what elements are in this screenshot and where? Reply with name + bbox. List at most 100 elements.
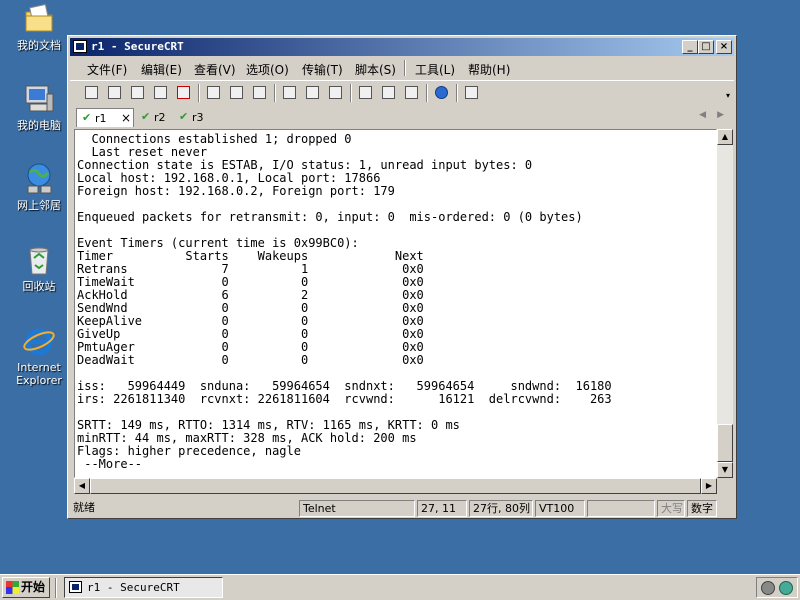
copy-icon[interactable]	[205, 84, 222, 101]
toolbar-separator	[198, 84, 200, 102]
securecrt-app-icon	[69, 581, 82, 593]
desktop-icon-label: 回收站	[22, 280, 56, 293]
menu-transfer[interactable]: 传输(T)	[302, 61, 343, 78]
terminal-line: --More--	[77, 457, 143, 471]
toolbar-separator	[274, 84, 276, 102]
tab-r2[interactable]: ✔ r2	[136, 108, 172, 127]
global-options-icon[interactable]	[380, 84, 397, 101]
desktop-icon-label: Internet Explorer	[16, 361, 62, 387]
title-bar[interactable]: r1 - SecureCRT _ □ ×	[70, 38, 734, 56]
my-documents-folder-icon	[22, 2, 56, 36]
status-emulation: VT100	[535, 500, 585, 517]
reconnect-icon[interactable]	[152, 84, 169, 101]
taskbar: 开始 r1 - SecureCRT	[0, 574, 800, 600]
connect-icon[interactable]	[83, 84, 100, 101]
scroll-right-icon[interactable]: ▶	[701, 478, 717, 494]
menu-help[interactable]: 帮助(H)	[468, 61, 510, 78]
print-screen-icon[interactable]	[281, 84, 298, 101]
recycle-bin-icon	[22, 243, 56, 277]
keymap-icon[interactable]	[403, 84, 420, 101]
status-ready: 就绪	[73, 501, 95, 514]
network-places-icon	[22, 162, 56, 196]
toolbar-separator	[456, 84, 458, 102]
menu-bar: 文件(F) 编辑(E) 查看(V) 选项(O) 传输(T) 脚本(S) 工具(L…	[70, 58, 734, 78]
menu-script[interactable]: 脚本(S)	[355, 61, 396, 78]
scroll-up-icon[interactable]: ▲	[717, 129, 733, 145]
toolbar-separator	[350, 84, 352, 102]
connected-check-icon: ✔	[82, 111, 92, 124]
system-tray	[756, 577, 798, 598]
status-bar: 就绪 Telnet 27, 11 27行, 80列 VT100 大写 数字	[70, 498, 734, 518]
desktop-icon-network-places[interactable]: 网上邻居	[4, 162, 74, 212]
terminal-line: DeadWait 0 0 0x0	[77, 353, 424, 367]
tab-r3[interactable]: ✔ r3	[174, 108, 210, 127]
tab-label: r2	[154, 111, 166, 124]
quick-connect-icon[interactable]	[106, 84, 123, 101]
menu-separator	[404, 60, 406, 76]
internet-explorer-icon	[22, 324, 56, 358]
vertical-scrollbar[interactable]: ▲ ▼	[717, 129, 733, 478]
close-button[interactable]: ×	[716, 40, 732, 54]
connected-check-icon: ✔	[179, 110, 189, 123]
disconnect-icon[interactable]	[175, 84, 192, 101]
status-blank	[587, 500, 655, 517]
menu-options[interactable]: 选项(O)	[246, 61, 289, 78]
terminal-output: Connections established 1; dropped 0 Las…	[77, 133, 612, 471]
session-options-icon[interactable]	[357, 84, 374, 101]
status-cursor-position: 27, 11	[417, 500, 467, 517]
volume-icon[interactable]	[761, 581, 775, 595]
desktop-icon-label: 我的电脑	[17, 119, 61, 132]
menu-tools[interactable]: 工具(L)	[415, 61, 455, 78]
paste-icon[interactable]	[228, 84, 245, 101]
toolbar: ▾	[70, 80, 734, 104]
my-computer-icon	[22, 82, 56, 116]
taskbar-item-label: r1 - SecureCRT	[87, 581, 180, 594]
status-caps-lock: 大写	[657, 500, 685, 517]
terminal-screen[interactable]: Connections established 1; dropped 0 Las…	[74, 129, 717, 478]
tab-label: r1	[95, 112, 107, 125]
minimize-button[interactable]: _	[682, 40, 698, 54]
tab-scroll-left-icon[interactable]: ◀	[699, 110, 706, 120]
print-icon[interactable]	[327, 84, 344, 101]
desktop-icon-my-documents[interactable]: 我的文档	[4, 2, 74, 52]
print-selection-icon[interactable]	[304, 84, 321, 101]
terminal-line: irs: 2261811340 rcvnxt: 2261811604 rcvwn…	[77, 392, 612, 406]
tab-close-icon[interactable]: ×	[121, 111, 131, 125]
tab-label: r3	[192, 111, 204, 124]
start-button[interactable]: 开始	[2, 577, 50, 598]
find-icon[interactable]	[251, 84, 268, 101]
status-num-lock: 数字	[687, 500, 717, 517]
horizontal-scroll-thumb[interactable]	[90, 478, 701, 494]
status-terminal-size: 27行, 80列	[469, 500, 533, 517]
toolbar-separator	[426, 84, 428, 102]
menu-file[interactable]: 文件(F)	[87, 61, 127, 78]
taskbar-item-securecrt[interactable]: r1 - SecureCRT	[64, 577, 223, 598]
desktop-icon-my-computer[interactable]: 我的电脑	[4, 82, 74, 132]
desktop-icon-internet-explorer[interactable]: Internet Explorer	[4, 324, 74, 387]
connected-check-icon: ✔	[141, 110, 151, 123]
terminal-line: Foreign host: 192.168.0.2, Foreign port:…	[77, 184, 395, 198]
toolbar-overflow-icon[interactable]: ▾	[726, 91, 730, 100]
maximize-button[interactable]: □	[698, 40, 714, 54]
tab-r1[interactable]: ✔ r1 ×	[76, 108, 134, 127]
window-title: r1 - SecureCRT	[91, 40, 184, 53]
vertical-scroll-thumb[interactable]	[717, 424, 733, 462]
help-icon[interactable]	[433, 84, 450, 101]
menu-edit[interactable]: 编辑(E)	[141, 61, 182, 78]
tab-scroll-right-icon[interactable]: ▶	[717, 110, 724, 120]
desktop-icon-label: 网上邻居	[17, 199, 61, 212]
securecrt-app-icon	[73, 40, 87, 53]
terminal-line: Enqueued packets for retransmit: 0, inpu…	[77, 210, 583, 224]
menu-view[interactable]: 查看(V)	[194, 61, 236, 78]
horizontal-scrollbar[interactable]: ◀ ▶	[74, 478, 717, 494]
terminal-line: Flags: higher precedence, nagle	[77, 444, 301, 458]
about-icon[interactable]	[463, 84, 480, 101]
scroll-down-icon[interactable]: ▼	[717, 462, 733, 478]
connect-tab-icon[interactable]	[129, 84, 146, 101]
status-protocol: Telnet	[299, 500, 415, 517]
session-tab-bar: ✔ r1 × ✔ r2 ✔ r3 ◀ ▶	[70, 107, 734, 127]
start-label: 开始	[21, 580, 46, 594]
desktop-icon-recycle-bin[interactable]: 回收站	[4, 243, 74, 293]
scroll-left-icon[interactable]: ◀	[74, 478, 90, 494]
network-status-icon[interactable]	[779, 581, 793, 595]
